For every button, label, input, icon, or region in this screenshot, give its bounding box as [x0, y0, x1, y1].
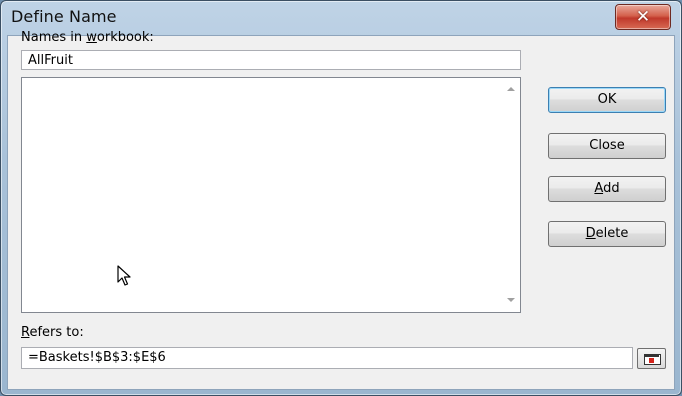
names-in-workbook-label: Names in workbook:	[21, 30, 154, 45]
scroll-down-arrow-icon[interactable]	[507, 298, 515, 302]
ok-button[interactable]: OK	[548, 87, 666, 113]
button-label: elete	[595, 226, 629, 241]
window-close-button[interactable]: ✕	[615, 4, 671, 30]
button-mnemonic: A	[594, 181, 604, 196]
scroll-up-arrow-icon[interactable]	[507, 87, 515, 91]
label-text: orkbook:	[96, 30, 154, 45]
close-icon: ✕	[635, 6, 651, 27]
button-mnemonic: D	[585, 226, 596, 241]
close-button[interactable]: Close	[548, 133, 666, 159]
refers-to-input[interactable]: =Baskets!$B$3:$E$6	[21, 347, 633, 369]
add-button[interactable]: Add	[548, 176, 666, 202]
delete-button[interactable]: Delete	[548, 221, 666, 247]
mouse-pointer-icon	[117, 265, 131, 286]
name-input[interactable]: AllFruit	[21, 50, 521, 70]
button-label: dd	[603, 181, 620, 196]
collapse-dialog-icon-bar	[644, 354, 659, 357]
label-text: Names in	[21, 30, 87, 45]
label-text: efers to:	[29, 325, 84, 340]
names-list[interactable]	[21, 77, 521, 313]
title-bar[interactable]: Define Name ✕	[1, 1, 681, 33]
refers-to-label: Refers to:	[21, 325, 84, 340]
list-scrollbar[interactable]	[503, 78, 520, 312]
collapse-dialog-icon-arrow	[649, 358, 654, 363]
label-mnemonic: w	[86, 30, 97, 45]
dialog-title: Define Name	[11, 7, 117, 26]
collapse-dialog-button[interactable]	[637, 348, 666, 369]
